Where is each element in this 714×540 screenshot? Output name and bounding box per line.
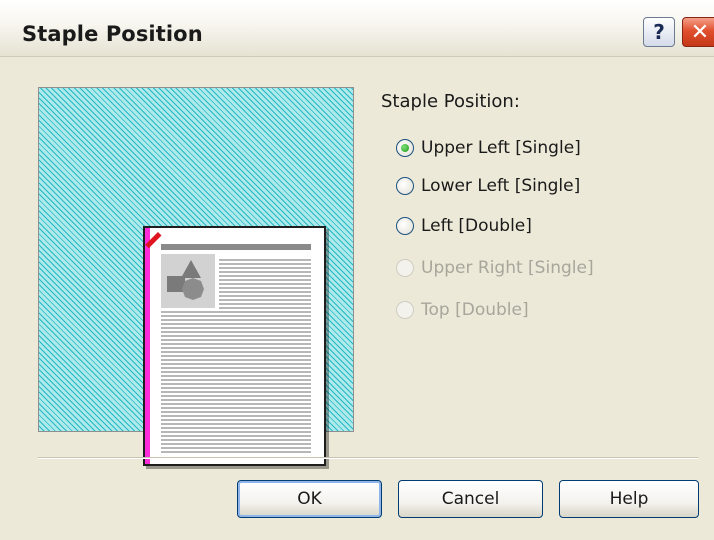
radio-disabled-icon <box>396 259 414 277</box>
binding-edge-indicator <box>145 228 150 464</box>
option-label: Top [Double] <box>421 300 529 320</box>
option-top-double: Top [Double] <box>396 298 529 322</box>
triangle-shape <box>181 260 201 278</box>
close-icon[interactable]: ✕ <box>682 17 714 47</box>
option-label: Upper Left [Single] <box>421 138 581 158</box>
option-upper-left-single[interactable]: Upper Left [Single] <box>396 136 581 160</box>
ok-button[interactable]: OK <box>237 480 382 518</box>
page-preview <box>143 226 326 466</box>
cancel-button[interactable]: Cancel <box>398 480 543 518</box>
page-graphic-icon <box>161 254 215 308</box>
dialog-title: Staple Position <box>22 22 203 46</box>
page-header-bar <box>161 244 311 250</box>
staple-position-label: Staple Position: <box>381 91 520 112</box>
title-bar[interactable]: Staple Position ? ✕ <box>0 0 714 57</box>
staple-preview-pane <box>38 87 354 466</box>
help-question-icon[interactable]: ? <box>643 17 675 47</box>
option-label: Upper Right [Single] <box>421 258 594 278</box>
radio-disabled-icon <box>396 301 414 319</box>
option-label: Left [Double] <box>421 216 532 236</box>
radio-unchecked-icon[interactable] <box>396 177 414 195</box>
gear-shape <box>182 278 204 300</box>
option-label: Lower Left [Single] <box>421 176 581 196</box>
radio-checked-icon[interactable] <box>396 139 414 157</box>
staple-position-dialog: Staple Position ? ✕ Staple Position: Upp… <box>0 0 714 540</box>
option-lower-left-single[interactable]: Lower Left [Single] <box>396 174 580 198</box>
help-button[interactable]: Help <box>559 480 699 518</box>
option-left-double[interactable]: Left [Double] <box>396 214 532 238</box>
option-upper-right-single: Upper Right [Single] <box>396 256 594 280</box>
separator <box>38 457 698 459</box>
radio-unchecked-icon[interactable] <box>396 217 414 235</box>
